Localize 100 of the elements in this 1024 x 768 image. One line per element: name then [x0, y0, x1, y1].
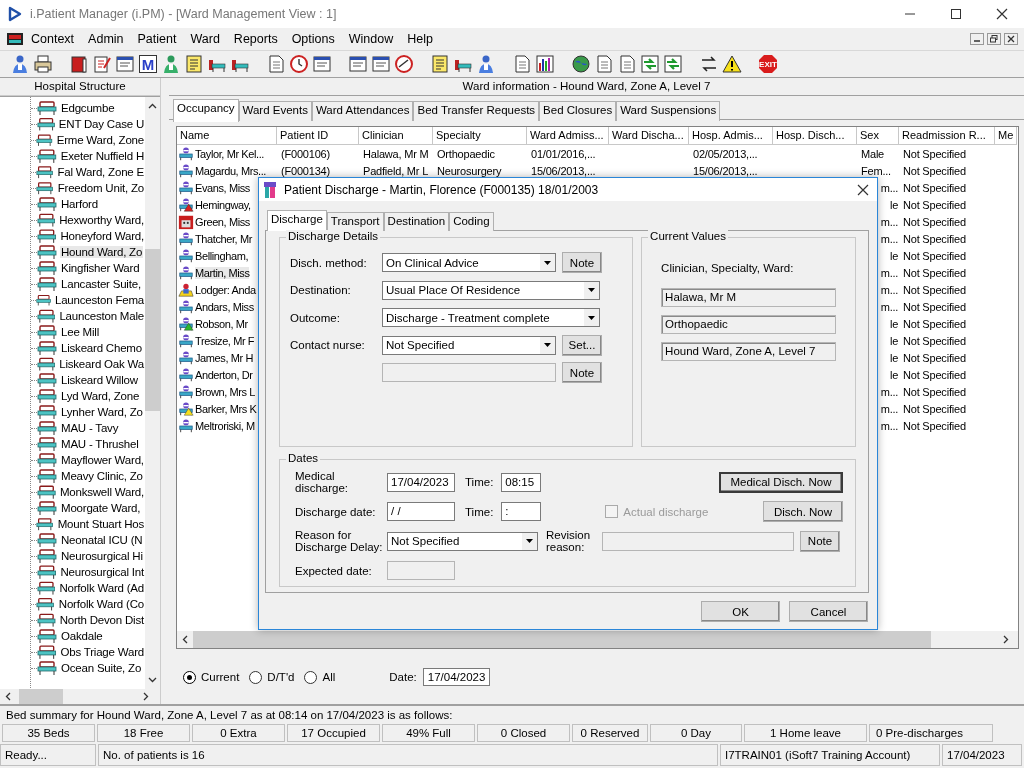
column-header[interactable]: Hosp. Admis... [689, 127, 773, 145]
radio-button[interactable] [183, 670, 196, 684]
column-header[interactable]: Clinician [359, 127, 433, 145]
tree-item[interactable]: North Devon Dist [58, 614, 145, 626]
radio-label[interactable]: Current [201, 671, 240, 683]
note-button[interactable]: Note [800, 530, 840, 552]
tree-item[interactable]: Fal Ward, Zone E [56, 166, 145, 178]
input-field[interactable] [602, 531, 794, 551]
column-header[interactable]: Readmission R... [899, 127, 995, 145]
table-cell[interactable]: Andars, Miss [195, 300, 254, 313]
tree-item[interactable]: Edgcumbe [60, 102, 116, 114]
table-cell[interactable]: Magardu, Mrs... [195, 164, 267, 177]
column-header[interactable]: Sex [857, 127, 899, 145]
table-cell[interactable]: Evans, Miss [195, 181, 250, 194]
tree-item[interactable]: Obs Triage Ward [59, 646, 145, 658]
date-field[interactable]: 17/04/2023 [387, 472, 455, 492]
table-cell[interactable]: Green, Miss [195, 215, 250, 228]
chevron-left-icon[interactable] [182, 635, 188, 644]
table-cell[interactable]: Martin, Miss [195, 266, 250, 279]
tree-item[interactable]: Harford [60, 198, 99, 210]
close-icon[interactable] [857, 183, 869, 196]
tree-item[interactable]: Mount Stuart Hos [56, 518, 145, 530]
table-cell[interactable]: James, Mr H [195, 351, 253, 364]
maximize-icon[interactable] [950, 8, 962, 20]
date-field[interactable] [387, 561, 455, 580]
tree-item[interactable]: Liskeard Oak Wa [58, 358, 145, 370]
column-header[interactable]: Me [995, 127, 1017, 145]
time-field[interactable]: 08:15 [501, 472, 542, 492]
note-button[interactable]: Note [562, 252, 602, 273]
discharge-now-button[interactable]: Disch. Now [763, 501, 843, 522]
radio-label[interactable]: All [322, 671, 336, 683]
table-cell[interactable]: Thatcher, Mr [195, 232, 252, 245]
tree-item[interactable]: Liskeard Willow [60, 374, 139, 386]
gauge-icon[interactable] [394, 54, 414, 74]
date-field[interactable]: / / [387, 502, 455, 521]
column-header[interactable]: Specialty [433, 127, 527, 145]
tree-item[interactable]: Lynher Ward, Zo [60, 406, 144, 418]
tree-item[interactable]: Norfolk Ward (Ad [58, 582, 145, 594]
menu-item[interactable]: Reports [226, 30, 285, 48]
table-cell[interactable]: Bellingham, [195, 249, 249, 262]
person-icon[interactable] [161, 54, 181, 74]
column-header[interactable]: Name [177, 127, 277, 145]
tab[interactable]: Occupancy [173, 99, 239, 122]
window-icon[interactable] [348, 54, 368, 74]
column-header[interactable]: Patient ID [277, 127, 359, 145]
table-cell[interactable]: Anderton, Dr [195, 368, 253, 381]
table-cell[interactable]: Hemingway, [195, 198, 251, 211]
tree-item[interactable]: Ocean Suite, Zo [60, 662, 143, 674]
dropdown[interactable]: Discharge - Treatment complete [382, 308, 600, 327]
column-header[interactable]: Hosp. Disch... [773, 127, 857, 145]
tab[interactable]: Ward Events [238, 101, 312, 121]
menu-item[interactable]: Admin [81, 30, 131, 48]
tab[interactable]: Bed Transfer Requests [413, 101, 540, 121]
tree-item[interactable]: Honeyford Ward, [59, 230, 145, 242]
scrollbar-thumb[interactable] [19, 689, 63, 704]
tab[interactable]: Ward Attendances [311, 101, 414, 121]
window-icon[interactable] [115, 54, 135, 74]
tree-item[interactable]: Erme Ward, Zone [55, 134, 145, 146]
letter-icon[interactable]: M [138, 54, 158, 74]
set-button[interactable]: Set... [562, 334, 602, 356]
restore-icon[interactable] [987, 33, 1001, 45]
tree-item[interactable]: Hexworthy Ward, [58, 214, 145, 226]
chart-icon[interactable] [535, 54, 555, 74]
note-icon[interactable] [430, 54, 450, 74]
tree-item[interactable]: Mayflower Ward, [60, 454, 145, 466]
document-icon[interactable] [266, 54, 286, 74]
dropdown[interactable]: Not Specified [387, 531, 538, 551]
tree-item[interactable]: Neonatal ICU (N [60, 534, 144, 546]
menu-item[interactable]: Help [400, 30, 440, 48]
dialog-button[interactable]: Cancel [789, 601, 868, 622]
document-icon[interactable] [617, 54, 637, 74]
table-cell[interactable]: Meltroriski, M [195, 419, 255, 432]
menu-item[interactable]: Window [341, 30, 401, 48]
tree-item[interactable]: Liskeard Chemo [60, 342, 143, 354]
note-icon[interactable] [184, 54, 204, 74]
chevron-right-icon[interactable] [1003, 635, 1009, 644]
tree-item[interactable]: Hound Ward, Zo [60, 246, 144, 258]
arrows-icon[interactable] [663, 54, 683, 74]
chevron-up-icon[interactable] [148, 103, 157, 109]
menu-item[interactable]: Context [24, 30, 82, 48]
scrollbar[interactable] [0, 689, 160, 704]
arrows-icon[interactable] [640, 54, 660, 74]
tree-item[interactable]: Lancaster Suite, [60, 278, 142, 290]
dropdown[interactable]: On Clinical Advice [382, 253, 556, 272]
printer-icon[interactable] [33, 54, 53, 74]
document-icon[interactable] [92, 54, 112, 74]
close-icon[interactable] [996, 8, 1008, 20]
column-header[interactable]: Ward Discha... [609, 127, 689, 145]
dialog-button[interactable]: OK [701, 601, 780, 622]
person-icon[interactable] [476, 54, 496, 74]
window-icon[interactable] [371, 54, 391, 74]
tree-item[interactable]: Launceston Male [58, 310, 145, 322]
globe-icon[interactable] [571, 54, 591, 74]
dropdown[interactable]: Usual Place Of Residence [382, 280, 600, 300]
table-cell[interactable]: Lodger: Anda [195, 283, 256, 296]
chevron-down-icon[interactable] [148, 677, 157, 683]
menu-item[interactable]: Ward [183, 30, 227, 48]
book-icon[interactable] [69, 54, 89, 74]
tree-item[interactable]: Oakdale [60, 630, 104, 642]
tree-item[interactable]: Launceston Fema [53, 294, 145, 306]
